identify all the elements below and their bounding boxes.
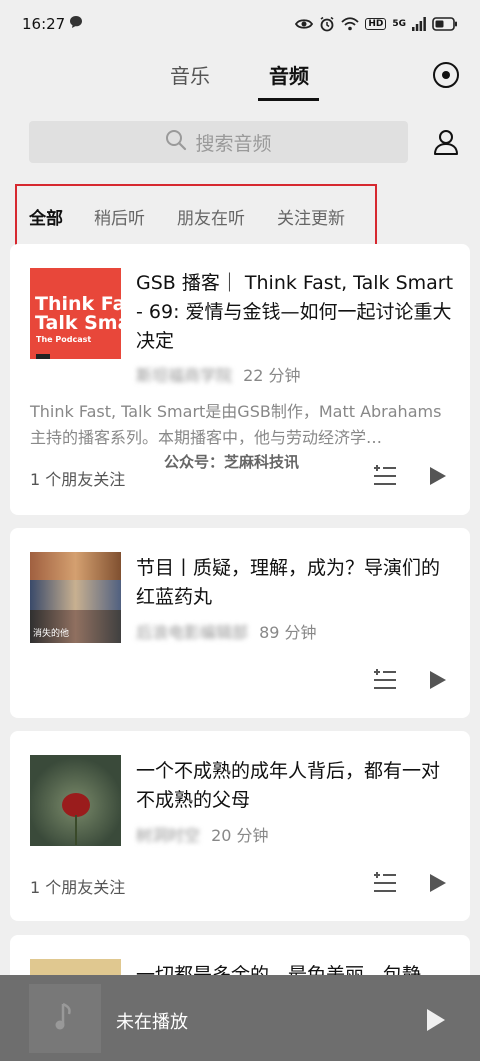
episode-card[interactable]: 消失的他 节目丨质疑，理解，成为？导演们的红蓝药丸 后浪电影编辑部 89 分钟: [10, 528, 470, 718]
network-label: 5G: [392, 19, 406, 29]
friends-following: 1 个朋友关注: [30, 878, 126, 897]
radio-icon[interactable]: [433, 62, 459, 88]
top-tabs: 音乐 音频: [0, 50, 480, 102]
episode-card[interactable]: 一个不成熟的成年人背后，都有一对不成熟的父母 树洞时空 20 分钟 1 个朋友关…: [10, 731, 470, 921]
player-bar[interactable]: 未在播放: [0, 975, 480, 1061]
message-icon: [69, 15, 83, 33]
music-note-icon: [55, 1002, 75, 1036]
player-artwork: [29, 984, 101, 1053]
signal-icon: [412, 17, 426, 31]
filter-friends-listening[interactable]: 朋友在听: [177, 204, 245, 229]
add-to-playlist-icon[interactable]: [373, 465, 397, 487]
player-play-icon[interactable]: [426, 1008, 446, 1036]
episode-cover: [30, 755, 121, 846]
filter-all[interactable]: 全部: [29, 204, 63, 229]
status-time: 16:27: [22, 15, 66, 33]
tab-active-indicator: [258, 98, 319, 101]
watermark: 公众号：芝麻科技讯: [164, 453, 300, 471]
profile-icon[interactable]: [432, 128, 460, 156]
add-to-playlist-icon[interactable]: [373, 872, 397, 894]
episode-duration: 89 分钟: [259, 623, 317, 642]
episode-duration: 22 分钟: [243, 366, 301, 385]
episode-title: 节目丨质疑，理解，成为？导演们的红蓝药丸: [136, 557, 441, 608]
episode-duration: 20 分钟: [211, 826, 269, 845]
filter-listen-later[interactable]: 稍后听: [94, 204, 145, 229]
search-input[interactable]: 搜索音频: [29, 121, 408, 163]
tab-audio[interactable]: 音频: [269, 60, 309, 89]
add-to-playlist-icon[interactable]: [373, 669, 397, 691]
episode-title: 一个不成熟的成年人背后，都有一对不成熟的父母: [136, 760, 441, 811]
wifi-icon: [341, 17, 359, 31]
episode-source: 斯坦福商学院: [136, 366, 233, 385]
episode-source: 后浪电影编辑部: [136, 623, 249, 642]
episode-title: GSB 播客｜ Think Fast, Talk Smart - 69: 爱情与…: [136, 272, 454, 352]
search-icon: [165, 129, 187, 156]
filter-following-updates[interactable]: 关注更新: [277, 204, 345, 229]
episode-cover: 消失的他: [30, 552, 121, 643]
stanford-logo: [36, 354, 50, 359]
eye-icon: [295, 18, 314, 30]
status-bar: 16:27 HD 5G: [0, 0, 480, 48]
alarm-icon: [319, 16, 335, 32]
battery-icon: [432, 17, 458, 31]
search-placeholder: 搜索音频: [195, 132, 272, 155]
play-icon[interactable]: [429, 670, 447, 690]
episode-card[interactable]: Think Fas Talk Sma The Podcast GSB 播客｜ T…: [10, 244, 470, 515]
player-status: 未在播放: [116, 1012, 188, 1033]
episode-description: Think Fast, Talk Smart是由GSB制作，Matt Abrah…: [30, 402, 442, 447]
friends-following: 1 个朋友关注: [30, 470, 126, 489]
play-icon[interactable]: [429, 873, 447, 893]
play-icon[interactable]: [429, 466, 447, 486]
episode-source: 树洞时空: [136, 826, 201, 845]
episode-cover: Think Fas Talk Sma The Podcast: [30, 268, 121, 359]
hd-badge: HD: [365, 18, 387, 30]
tab-music[interactable]: 音乐: [170, 60, 210, 89]
